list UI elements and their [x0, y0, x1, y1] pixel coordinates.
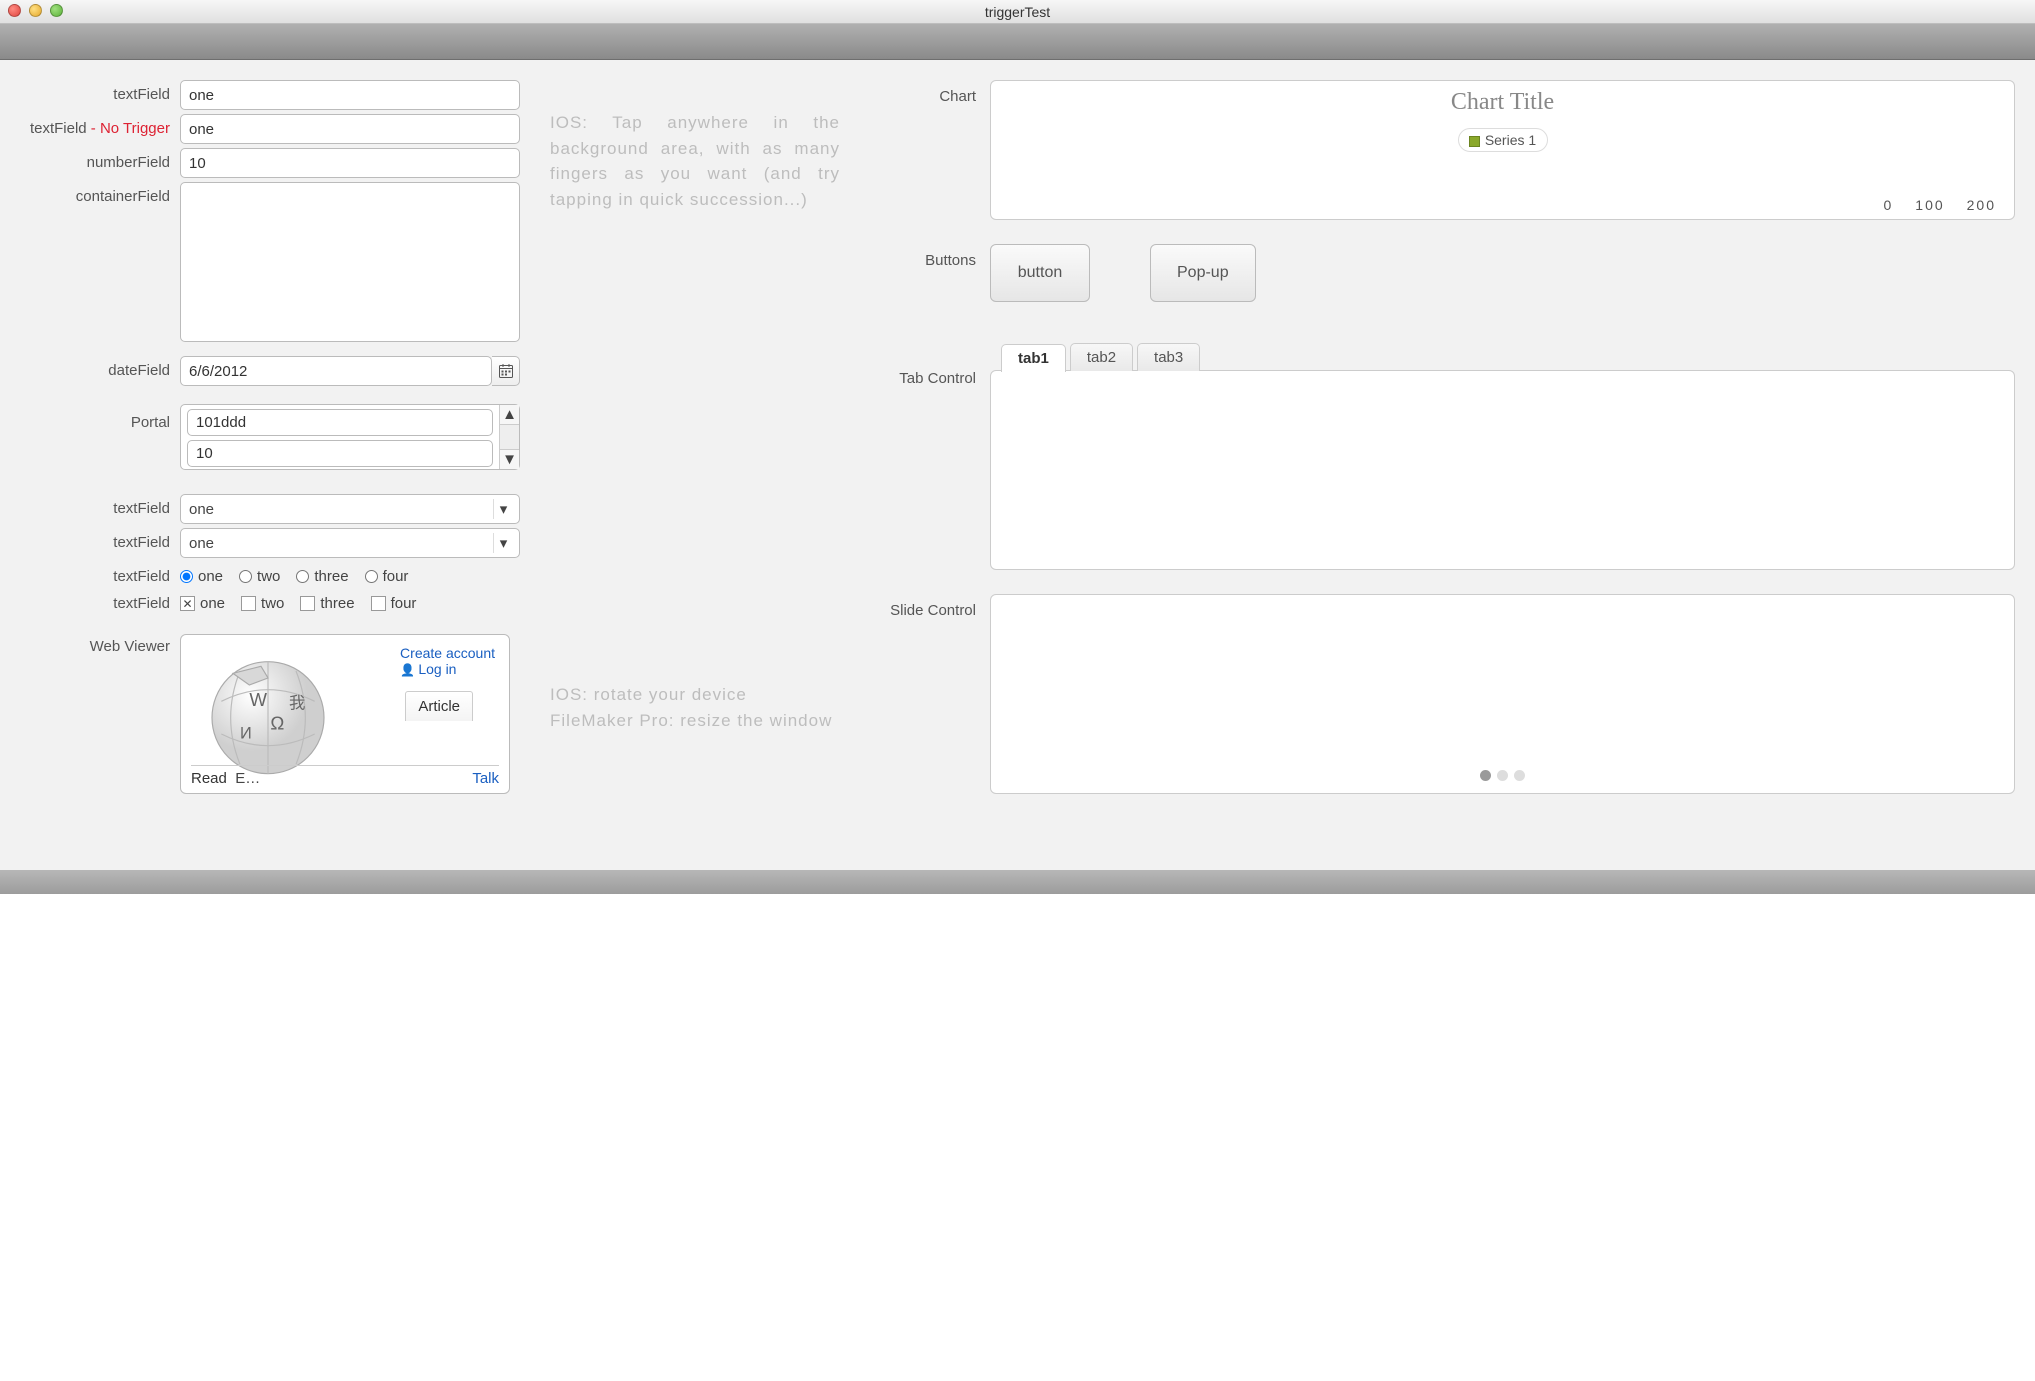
webviewer-article-tab[interactable]: Article	[405, 691, 473, 721]
hint-top: IOS: Tap anywhere in the background area…	[550, 110, 840, 212]
label-portal: Portal	[20, 404, 180, 431]
portal-row-input[interactable]	[187, 440, 493, 467]
checkbox-option[interactable]: four	[371, 595, 417, 612]
textfield-input[interactable]	[180, 80, 520, 110]
webviewer-create-account-link[interactable]: Create account	[400, 645, 495, 661]
window-titlebar: triggerTest	[0, 0, 2035, 24]
label-textfield-dropdown1: textField	[20, 494, 180, 517]
button-button[interactable]: button	[990, 244, 1090, 302]
hint-bottom-2: FileMaker Pro: resize the window	[550, 708, 840, 734]
textfield-notrigger-input[interactable]	[180, 114, 520, 144]
date-picker-button[interactable]	[492, 356, 520, 386]
textfield-radio-set[interactable]: onetwo three four	[180, 562, 520, 585]
portal-scrollbar[interactable]: ▲ ▼	[499, 405, 519, 469]
chart[interactable]: Chart Title Series 1 0100200	[990, 80, 2015, 220]
web-viewer[interactable]: W Ω И 我 Create account Log in Article Re…	[180, 634, 510, 794]
checkbox-option[interactable]: ✕one	[180, 595, 225, 612]
popup-button[interactable]: Pop-up	[1150, 244, 1256, 302]
svg-text:W: W	[249, 689, 267, 710]
hint-bottom-1: IOS: rotate your device	[550, 682, 840, 708]
webviewer-login-link[interactable]: Log in	[400, 661, 495, 677]
radio-option[interactable]: three	[296, 568, 348, 585]
radio-option[interactable]: one	[180, 568, 223, 585]
containerfield[interactable]	[180, 182, 520, 342]
slide-dot[interactable]	[1514, 770, 1525, 781]
webviewer-read-tab[interactable]: Read	[191, 770, 227, 787]
layout-body[interactable]: textField textField - No Trigger numberF…	[0, 60, 2035, 870]
chart-x-axis: 0100200	[1861, 197, 1996, 213]
label-numberfield: numberField	[20, 148, 180, 171]
tab-control[interactable]: tab1tab2tab3	[990, 370, 2015, 570]
window-close-button[interactable]	[8, 4, 21, 17]
slide-dot[interactable]	[1480, 770, 1491, 781]
label-textfield-dropdown2: textField	[20, 528, 180, 551]
window-zoom-button[interactable]	[50, 4, 63, 17]
label-datefield: dateField	[20, 356, 180, 379]
radio-option[interactable]: four	[365, 568, 409, 585]
datefield-input[interactable]	[180, 356, 492, 386]
wikipedia-globe-icon: W Ω И 我	[193, 643, 343, 783]
portal-row-input[interactable]	[187, 409, 493, 436]
label-textfield: textField	[20, 80, 180, 103]
label-textfield-radio: textField	[20, 562, 180, 585]
slide-control[interactable]	[990, 594, 2015, 794]
tab-tab1[interactable]: tab1	[1001, 344, 1066, 372]
calendar-icon	[498, 363, 514, 379]
chevron-down-icon: ▾	[493, 499, 513, 519]
numberfield-input[interactable]	[180, 148, 520, 178]
chart-legend: Series 1	[1458, 128, 1548, 152]
label-tabcontrol: Tab Control	[870, 342, 990, 387]
label-containerfield: containerField	[20, 182, 180, 205]
label-slidecontrol: Slide Control	[870, 594, 990, 619]
portal[interactable]: ▲ ▼	[180, 404, 520, 470]
checkbox-option[interactable]: two	[241, 595, 284, 612]
chevron-down-icon: ▾	[493, 533, 513, 553]
tab-tab2[interactable]: tab2	[1070, 343, 1133, 371]
chart-title: Chart Title	[1005, 89, 2000, 116]
window-title: triggerTest	[0, 4, 2035, 20]
svg-text:Ω: Ω	[270, 712, 284, 733]
tab-tab3[interactable]: tab3	[1137, 343, 1200, 371]
textfield-dropdown-1[interactable]: one ▾	[180, 494, 520, 524]
label-webviewer: Web Viewer	[20, 634, 180, 655]
checkbox-option[interactable]: three	[300, 595, 354, 612]
slide-dot[interactable]	[1497, 770, 1508, 781]
portal-scroll-up[interactable]: ▲	[500, 405, 519, 425]
window-minimize-button[interactable]	[29, 4, 42, 17]
portal-scroll-down[interactable]: ▼	[500, 449, 519, 469]
webviewer-talk-tab[interactable]: Talk	[472, 770, 499, 787]
toolbar	[0, 24, 2035, 60]
svg-text:我: 我	[289, 694, 305, 712]
textfield-checkbox-set[interactable]: ✕one two three four	[180, 589, 520, 612]
svg-text:И: И	[240, 725, 252, 743]
status-bar	[0, 870, 2035, 894]
textfield-dropdown-2[interactable]: one ▾	[180, 528, 520, 558]
label-textfield-check: textField	[20, 589, 180, 612]
radio-option[interactable]: two	[239, 568, 280, 585]
label-buttons: Buttons	[870, 244, 990, 269]
label-chart: Chart	[870, 80, 990, 105]
label-textfield-notrigger: textField - No Trigger	[20, 114, 180, 137]
